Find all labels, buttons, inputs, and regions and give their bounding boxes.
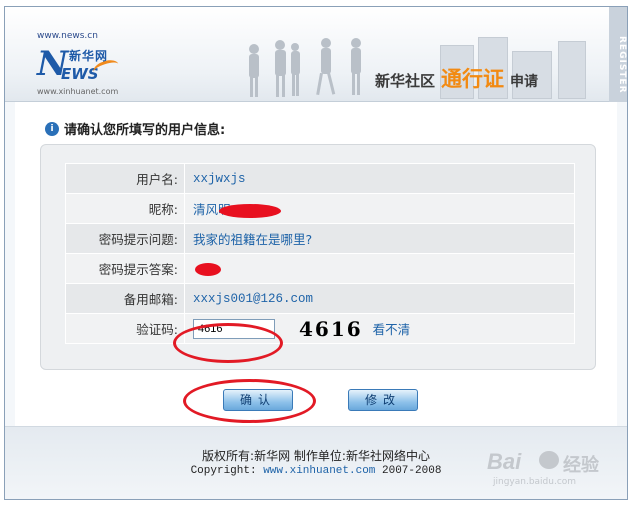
table-row: 用户名: xxjwxjs: [65, 163, 575, 194]
redaction-mark: [218, 203, 281, 218]
password-hint-answer-cell: [184, 253, 575, 284]
captcha-image: 4616: [298, 316, 363, 341]
password-hint-question-value: 我家的祖籍在是哪里?: [184, 223, 575, 254]
building-shape: [558, 41, 586, 99]
watermark-suffix: 经验: [563, 455, 599, 476]
annotation-circle-captcha: [173, 323, 283, 363]
username-value: xxjwxjs: [184, 163, 575, 194]
watermark-brand: Bai: [487, 449, 522, 474]
captcha-label: 验证码:: [65, 313, 185, 344]
copyright-years: 2007-2008: [375, 465, 442, 477]
redaction-mark: [195, 263, 221, 276]
info-icon: i: [45, 121, 59, 136]
registration-window: www.news.cn N 新华网 EWS www.xinhuanet.com: [4, 6, 628, 500]
header-banner: www.news.cn N 新华网 EWS www.xinhuanet.com: [5, 7, 627, 102]
news-logo[interactable]: N 新华网 EWS: [37, 45, 121, 87]
table-row: 备用邮箱: xxxjs001@126.com: [65, 283, 575, 314]
heading-community: 新华社区: [375, 72, 436, 90]
watermark-url: jingyan.baidu.com: [493, 477, 577, 487]
nickname-cell: 清风明: [184, 193, 575, 224]
page-heading: 新华社区 通行证 申请: [375, 63, 538, 91]
section-title-text: 请确认您所填写的用户信息:: [64, 123, 226, 138]
baidu-jingyan-watermark: Bai 经验 jingyan.baidu.com: [487, 445, 617, 495]
table-row: 验证码: 4616 看不清: [65, 313, 575, 344]
copyright-prefix: Copyright:: [190, 465, 264, 477]
main-content: i 请确认您所填写的用户信息: 用户名: xxjwxjs 昵称: 清风明 密码提…: [15, 102, 617, 426]
paw-icon: [539, 451, 559, 469]
table-row: 密码提示问题: 我家的祖籍在是哪里?: [65, 223, 575, 254]
table-row: 密码提示答案:: [65, 253, 575, 284]
logo-subtitle-url: www.xinhuanet.com: [37, 87, 119, 96]
heading-pass: 通行证: [441, 67, 505, 91]
xinhuanet-link[interactable]: www.xinhuanet.com: [263, 465, 375, 477]
annotation-circle-confirm: [183, 379, 316, 423]
register-side-label: REGISTER: [609, 7, 627, 102]
password-hint-answer-label: 密码提示答案:: [65, 253, 185, 284]
heading-apply: 申请: [510, 74, 539, 90]
user-info-table: 用户名: xxjwxjs 昵称: 清风明 密码提示问题: 我家的祖籍在是哪里? …: [65, 163, 575, 344]
backup-email-label: 备用邮箱:: [65, 283, 185, 314]
modify-button[interactable]: 修改: [348, 389, 418, 411]
password-hint-question-label: 密码提示问题:: [65, 223, 185, 254]
username-label: 用户名:: [65, 163, 185, 194]
table-row: 昵称: 清风明: [65, 193, 575, 224]
backup-email-value: xxxjs001@126.com: [184, 283, 575, 314]
logo-url: www.news.cn: [37, 31, 98, 41]
user-info-panel: 用户名: xxjwxjs 昵称: 清风明 密码提示问题: 我家的祖籍在是哪里? …: [40, 144, 596, 370]
nickname-label: 昵称:: [65, 193, 185, 224]
captcha-refresh-link[interactable]: 看不清: [373, 322, 411, 337]
section-title: i 请确认您所填写的用户信息:: [45, 119, 225, 138]
people-silhouette-icon: [249, 38, 361, 97]
